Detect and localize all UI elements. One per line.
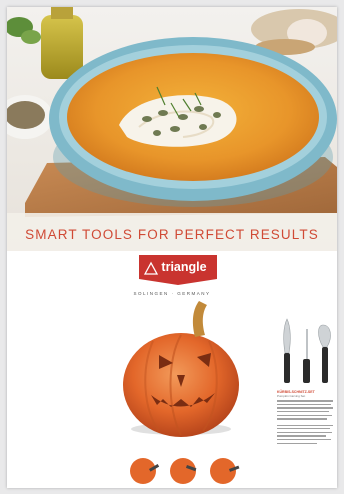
body-text-line [277, 442, 317, 444]
brand-name: triangle [161, 260, 207, 274]
soup-photo [7, 7, 337, 251]
carving-tools-image [283, 318, 331, 383]
body-text-line [277, 428, 330, 430]
brand-origin: SOLINGEN · GERMANY [133, 291, 211, 296]
tagline: SMART TOOLS FOR PERFECT RESULTS [25, 227, 319, 242]
body-text-line [277, 435, 326, 437]
body-text-line [277, 424, 333, 426]
product-subheading: Pumpkin Carving Set [277, 394, 306, 398]
body-text-line [277, 418, 327, 420]
pumpkin-thumbnails [130, 458, 240, 484]
scoop-tool [318, 324, 331, 383]
body-text-line [277, 438, 331, 441]
brochure-page: SMART TOOLS FOR PERFECT RESULTS triangle… [7, 7, 337, 488]
body-text-line [277, 403, 331, 406]
body-text-line [277, 407, 333, 409]
body-text-line [277, 414, 332, 416]
body-text-line [277, 431, 332, 434]
product-description: KÜRBIS-SCHNITZ-SET Pumpkin Carving Set [277, 390, 335, 444]
drill-tool [303, 329, 310, 383]
seed-dish [7, 95, 53, 139]
knife-tool [283, 318, 291, 383]
body-text-line [277, 411, 329, 413]
oil-bottle [41, 7, 83, 79]
carved-pumpkin-image [123, 301, 240, 484]
brand-logo: triangle [139, 255, 217, 285]
herb-leaves [7, 17, 41, 44]
body-text-line [277, 400, 333, 402]
pumpkin [123, 301, 239, 437]
